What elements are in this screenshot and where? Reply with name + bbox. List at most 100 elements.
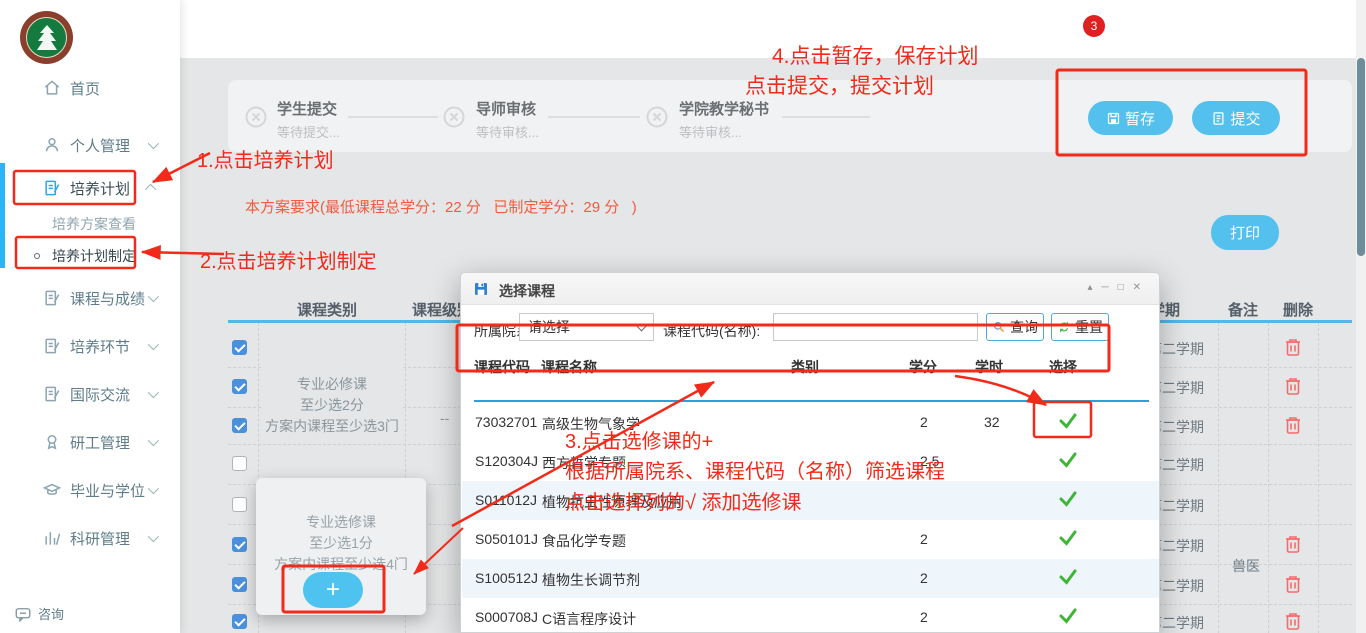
sidebar-item-training-plan[interactable]: 培养计划 [0, 171, 180, 205]
sidebar-item-label: 培养计划 [70, 178, 130, 199]
save-draft-label: 暂存 [1125, 108, 1155, 129]
add-elective-button[interactable]: + [303, 572, 363, 608]
sidebar-item-personal[interactable]: 个人管理 [0, 128, 180, 162]
modal-titlebar[interactable]: 选择课程 ▴ ─ □ ✕ [461, 273, 1159, 305]
chevron-down-icon [637, 322, 647, 332]
document-icon [42, 288, 62, 308]
sidebar-item-courses-grades[interactable]: 课程与成绩 [0, 281, 180, 315]
course-credit: 2 [920, 414, 928, 430]
app-root: 首页 个人管理 培养计划 培养方案查看 培养计划制定 课程与成绩 培养环节 [0, 0, 1366, 633]
step-status: 等待提交... [277, 122, 340, 141]
delete-icon[interactable] [1284, 534, 1302, 554]
row-checkbox[interactable] [232, 340, 247, 355]
sidebar-consult-button[interactable]: 咨询 [14, 604, 64, 623]
select-course-check[interactable] [1058, 451, 1078, 469]
document-icon [42, 178, 62, 198]
sidebar-item-label: 毕业与学位 [70, 480, 145, 501]
chevron-down-icon [148, 531, 159, 542]
reset-button[interactable]: 重置 [1051, 313, 1109, 341]
row-checkbox[interactable] [232, 537, 247, 552]
mcol-credit: 学分 [909, 357, 937, 377]
reset-icon [1057, 320, 1071, 334]
column-divider [1318, 323, 1319, 633]
user-icon [42, 135, 62, 155]
sidebar-item-label: 培养环节 [70, 336, 130, 357]
course-level-cell: -- [440, 410, 449, 426]
delete-icon[interactable] [1284, 337, 1302, 357]
group-line: 方案内课程至少选3门 [265, 416, 399, 437]
close-icon[interactable]: ✕ [1133, 281, 1141, 295]
plus-icon: + [326, 576, 340, 604]
sidebar-item-label: 首页 [70, 78, 100, 99]
notification-badge: 3 [1083, 15, 1105, 37]
delete-icon[interactable] [1284, 611, 1302, 631]
search-button[interactable]: 查询 [986, 313, 1044, 341]
delete-icon[interactable] [1284, 376, 1302, 396]
collapse-icon[interactable]: ▴ [1087, 281, 1092, 295]
sidebar-item-label: 科研管理 [70, 528, 130, 549]
modal-title: 选择课程 [499, 281, 555, 301]
university-logo [20, 11, 73, 64]
sidebar-item-international[interactable]: 国际交流 [0, 377, 180, 411]
row-checkbox[interactable] [232, 577, 247, 592]
course-credit: 2 [920, 570, 928, 586]
submit-button[interactable]: 提交 [1192, 101, 1280, 135]
row-checkbox[interactable] [232, 456, 247, 471]
select-course-check[interactable] [1058, 529, 1078, 547]
course-code: S000708J [475, 609, 538, 625]
sidebar-item-home[interactable]: 首页 [0, 71, 180, 105]
bullet-icon [34, 253, 40, 259]
modal-table-rule [474, 400, 1149, 402]
select-course-check[interactable] [1058, 412, 1078, 430]
select-course-check[interactable] [1058, 568, 1078, 586]
row-checkbox[interactable] [232, 379, 247, 394]
sidebar-subitem-plan-view[interactable]: 培养方案查看 [0, 211, 180, 237]
course-name: 食品化学专题 [542, 531, 626, 551]
course-name: 植物生长调节剂 [542, 570, 640, 590]
department-select-value: 请选择 [528, 317, 570, 337]
course-filter-bar: 所属院系: 请选择 课程代码(名称): 查询 重置 [461, 305, 1160, 349]
column-header-delete: 删除 [1283, 299, 1313, 320]
search-icon [992, 320, 1006, 334]
course-name: 高级生物气象学 [542, 414, 640, 434]
sidebar-subitem-plan-make[interactable]: 培养计划制定 [0, 243, 180, 269]
scrollbar-thumb[interactable] [1357, 58, 1365, 256]
step-connector [548, 116, 640, 118]
select-course-check[interactable] [1058, 490, 1078, 508]
column-divider [1268, 323, 1269, 633]
select-course-check[interactable] [1058, 607, 1078, 625]
print-button[interactable]: 打印 [1211, 215, 1279, 250]
floppy-icon [473, 281, 489, 297]
search-label: 查询 [1010, 317, 1038, 337]
course-credit: 2 [920, 609, 928, 625]
select-course-modal: 选择课程 ▴ ─ □ ✕ 所属院系: 请选择 课程代码(名称): 查询 重置 [460, 272, 1160, 633]
minimize-icon[interactable]: ─ [1101, 281, 1108, 295]
delete-icon[interactable] [1284, 415, 1302, 435]
save-draft-button[interactable]: 暂存 [1088, 101, 1173, 135]
row-checkbox[interactable] [232, 418, 247, 433]
row-checkbox[interactable] [232, 497, 247, 512]
sidebar-subitem-label: 培养计划制定 [52, 246, 136, 266]
department-select[interactable]: 请选择 [519, 313, 654, 341]
medal-icon [42, 432, 62, 452]
course-code: 73032701 [475, 414, 537, 430]
home-icon [42, 78, 62, 98]
sidebar-item-label: 个人管理 [70, 135, 130, 156]
sidebar: 首页 个人管理 培养计划 培养方案查看 培养计划制定 课程与成绩 培养环节 [0, 0, 180, 633]
maximize-icon[interactable]: □ [1118, 281, 1124, 295]
sidebar-item-research[interactable]: 科研管理 [0, 521, 180, 555]
course-row: S050101J 食品化学专题 2 [462, 520, 1160, 559]
print-label: 打印 [1230, 222, 1260, 243]
step-status: 等待审核... [476, 122, 539, 141]
step-pending-icon [245, 106, 267, 128]
row-checkbox[interactable] [232, 614, 247, 629]
delete-icon[interactable] [1284, 574, 1302, 594]
course-name: 植物抗虫性原理及应用 [542, 492, 682, 512]
sidebar-item-graduation-degree[interactable]: 毕业与学位 [0, 473, 180, 507]
course-code: S100512J [475, 570, 538, 586]
window-controls: ▴ ─ □ ✕ [1087, 281, 1141, 295]
sidebar-item-training-links[interactable]: 培养环节 [0, 329, 180, 363]
course-code-input[interactable] [773, 313, 978, 341]
chat-icon [14, 605, 32, 623]
sidebar-item-graduate-affairs[interactable]: 研工管理 [0, 425, 180, 459]
